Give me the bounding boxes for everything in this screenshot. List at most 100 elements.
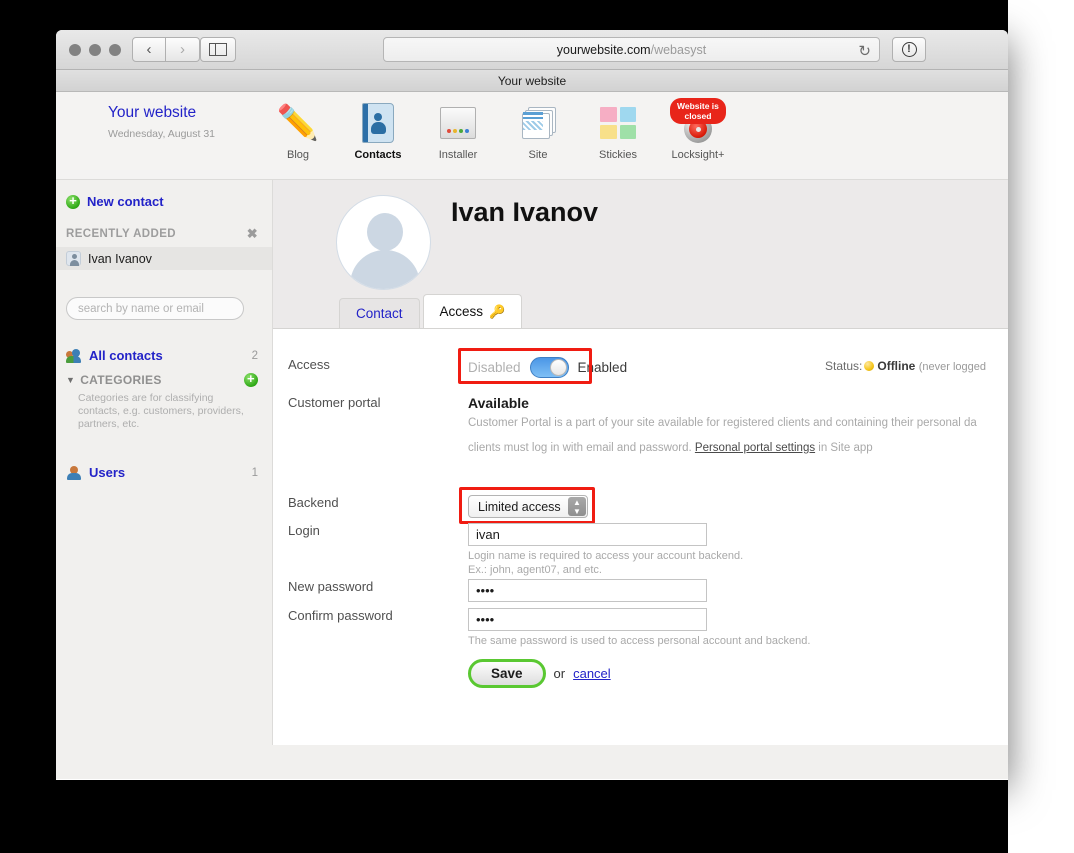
portal-desc-pre: clients must log in with email and passw… [468,442,695,454]
tab-contact[interactable]: Contact [339,298,420,328]
recent-contact-name: Ivan Ivanov [88,251,152,266]
save-button[interactable]: Save [468,659,546,688]
new-contact-label: New contact [87,194,164,209]
close-window-button[interactable] [69,44,81,56]
browser-toolbar: ‹ › yourwebsite.com/webasyst ↻ ! [56,30,1008,70]
app-icon-locksight[interactable]: Website is closed Locksight+ [662,98,734,161]
url-bar[interactable]: yourwebsite.com/webasyst ↻ [383,37,880,62]
address-book-icon [355,100,401,146]
portal-desc-post: in Site app [815,442,873,454]
window-traffic-lights [69,44,121,56]
current-date: Wednesday, August 31 [108,128,216,140]
maximize-window-button[interactable] [109,44,121,56]
status-value: Offline [877,359,916,373]
personal-portal-settings-link[interactable]: Personal portal settings [695,442,815,454]
customer-portal-field: Available Customer Portal is a part of y… [468,395,977,461]
browser-page-title: Your website [56,70,1008,92]
app-label-installer: Installer [438,149,478,161]
new-password-input[interactable] [468,579,707,602]
new-contact-button[interactable]: + New contact [56,194,272,209]
web-page: Your website Wednesday, August 31 ✏️ Blo… [56,92,1008,779]
backend-select-wrap: Limited access ▲ ▼ [459,487,595,524]
access-field: Disabled Enabled [458,348,628,384]
sidebar-item-ivan-ivanov[interactable]: Ivan Ivanov [56,247,272,270]
login-hint-line1: Login name is required to access your ac… [468,550,744,562]
access-toggle-group: Disabled Enabled [458,348,628,384]
app-icon-blog[interactable]: ✏️ Blog [262,100,334,161]
categories-label: CATEGORIES [80,373,162,387]
add-category-icon[interactable]: + [244,372,258,387]
backend-select[interactable]: Limited access [468,495,588,518]
portal-description-line2: clients must log in with email and passw… [468,436,977,461]
login-field-wrap: Login name is required to access your ac… [468,523,743,577]
cancel-link[interactable]: cancel [573,666,611,681]
app-icon-stickies[interactable]: Stickies [582,100,654,161]
sidebar-item-users[interactable]: Users 1 [56,465,272,480]
search-input[interactable] [66,297,244,320]
back-icon[interactable]: ‹ [132,37,166,62]
access-label: Access [288,357,330,372]
clear-x-icon[interactable]: ✖ [247,226,258,242]
recently-added-header: RECENTLY ADDED ✖ [56,226,272,242]
access-enabled-label: Enabled [577,360,628,375]
key-icon: 🔑 [489,303,506,319]
confirm-password-input[interactable] [468,608,707,631]
access-disabled-label: Disabled [468,360,521,375]
navigation-buttons: ‹ › [132,37,200,62]
forward-icon[interactable]: › [166,37,200,62]
status-note: (never logged [918,361,986,373]
new-password-label: New password [288,579,374,594]
app-label-locksight: Locksight+ [671,149,725,161]
sidebar: + New contact RECENTLY ADDED ✖ Ivan Ivan… [56,180,272,779]
installer-box-icon [435,100,481,146]
login-input[interactable] [468,523,707,546]
contact-detail-card: Ivan Ivanov Contact Access 🔑 Access Disa… [272,180,1008,745]
reload-icon[interactable]: ↻ [858,42,871,60]
status-dot-icon [864,361,875,371]
tab-contact-label: Contact [356,306,403,321]
users-count: 1 [251,466,258,479]
recently-added-label: RECENTLY ADDED [66,228,176,240]
app-label-blog: Blog [286,149,310,161]
confirm-password-field-wrap: The same password is used to access pers… [468,608,810,648]
minimize-window-button[interactable] [89,44,101,56]
app-icon-contacts[interactable]: Contacts [342,100,414,161]
info-icon[interactable]: ! [892,37,926,62]
sidebar-item-all-contacts[interactable]: All contacts 2 [56,348,272,363]
chevron-down-icon: ▼ [66,375,76,385]
app-label-stickies: Stickies [599,149,637,161]
group-icon [66,348,82,363]
pencil-icon: ✏️ [276,104,320,142]
categories-header[interactable]: ▼ CATEGORIES + [56,372,272,387]
status-prefix: Status: [825,359,863,373]
url-path: /webasyst [650,42,707,57]
default-avatar-icon [336,195,431,290]
url-domain: yourwebsite.com [556,42,651,57]
page-title: Ivan Ivanov [451,197,599,227]
sidebar-toggle-icon[interactable] [200,37,236,62]
customer-portal-label: Customer portal [288,395,381,410]
all-contacts-count: 2 [251,349,258,362]
access-tab-panel: Access Disabled Enabled Status: Offline … [273,328,1008,745]
browser-window: ‹ › yourwebsite.com/webasyst ↻ ! Your we… [56,30,1008,780]
access-toggle[interactable] [529,357,569,378]
sticky-notes-icon [595,100,641,146]
app-body: + New contact RECENTLY ADDED ✖ Ivan Ivan… [56,180,1008,779]
app-label-site: Site [528,149,548,161]
or-separator: or [553,666,566,681]
app-header: Your website Wednesday, August 31 ✏️ Blo… [56,92,1008,180]
users-label: Users [89,465,126,480]
save-area: Save or cancel [468,659,611,688]
site-windows-icon [515,100,561,146]
tab-access[interactable]: Access 🔑 [422,294,523,328]
login-label: Login [288,523,320,538]
customer-portal-status: Available [468,395,529,411]
contact-header: Ivan Ivanov Contact Access 🔑 [273,180,1008,328]
browser-page-title-text: Your website [497,73,567,88]
app-icon-installer[interactable]: Installer [422,100,494,161]
app-label-contacts: Contacts [354,149,402,161]
site-name[interactable]: Your website [108,104,196,122]
page-overflow-white-area [1008,0,1074,853]
info-glyph: ! [901,42,917,57]
app-icon-site[interactable]: Site [502,100,574,161]
